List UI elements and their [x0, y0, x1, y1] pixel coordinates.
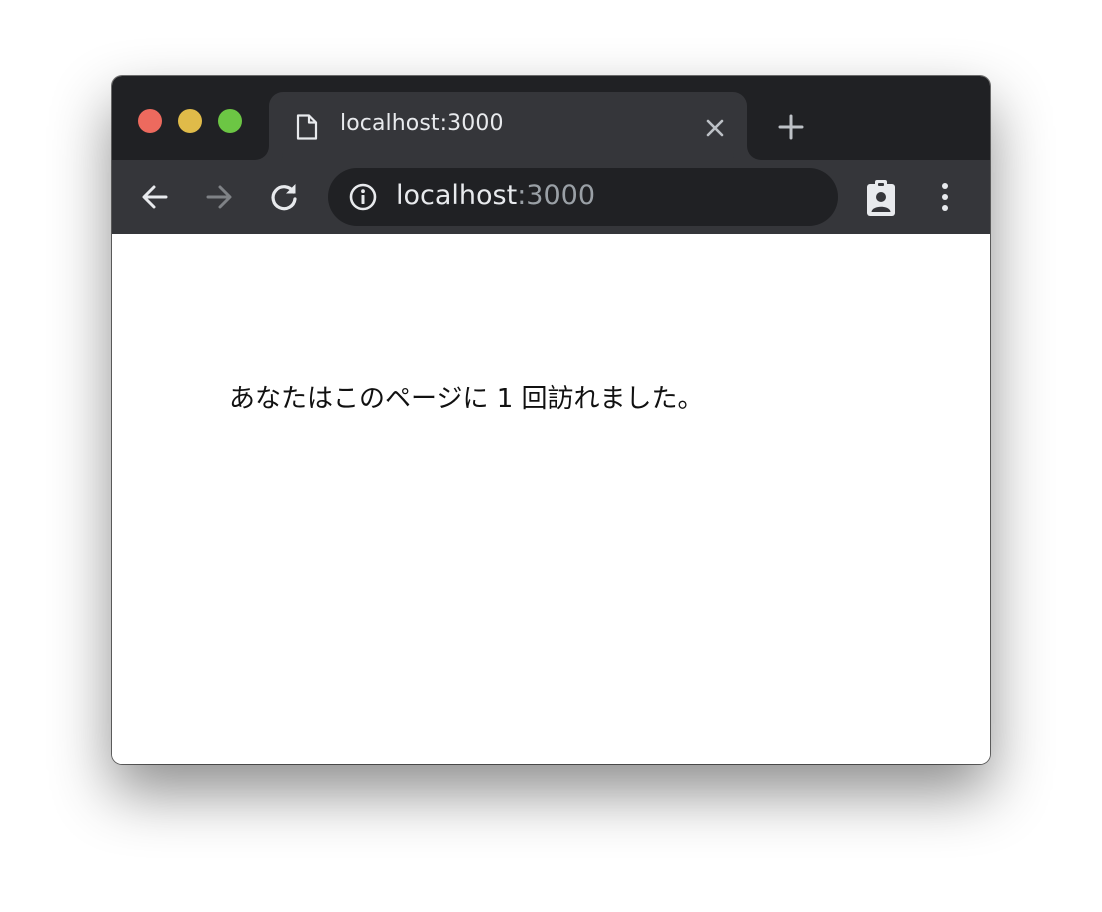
arrow-right-icon[interactable]: [202, 180, 236, 214]
browser-window: localhost:3000 localhost:3000 あなたはこのページに…: [112, 76, 990, 764]
kebab-menu-icon[interactable]: [928, 180, 962, 214]
address-bar[interactable]: localhost:3000: [328, 168, 838, 226]
close-tab-icon[interactable]: [703, 116, 727, 140]
url-text[interactable]: localhost:3000: [396, 180, 595, 211]
maximize-window-button[interactable]: [218, 109, 242, 133]
document-icon: [296, 114, 318, 140]
url-host: localhost: [396, 180, 518, 211]
info-icon[interactable]: [348, 182, 378, 212]
url-port: :3000: [517, 180, 596, 211]
page-content: あなたはこのページに 1 回訪れました。: [112, 234, 990, 764]
arrow-left-icon[interactable]: [138, 180, 172, 214]
new-tab-icon[interactable]: [776, 112, 806, 142]
toolbar: localhost:3000: [112, 160, 990, 234]
tab-title: localhost:3000: [340, 111, 504, 136]
visit-count-message: あなたはこのページに 1 回訪れました。: [229, 384, 704, 414]
close-window-button[interactable]: [138, 109, 162, 133]
tab-strip: localhost:3000: [112, 76, 990, 160]
clipboard-person-icon[interactable]: [864, 178, 898, 218]
reload-icon[interactable]: [267, 180, 301, 214]
tab-active[interactable]: localhost:3000: [269, 92, 747, 160]
minimize-window-button[interactable]: [178, 109, 202, 133]
